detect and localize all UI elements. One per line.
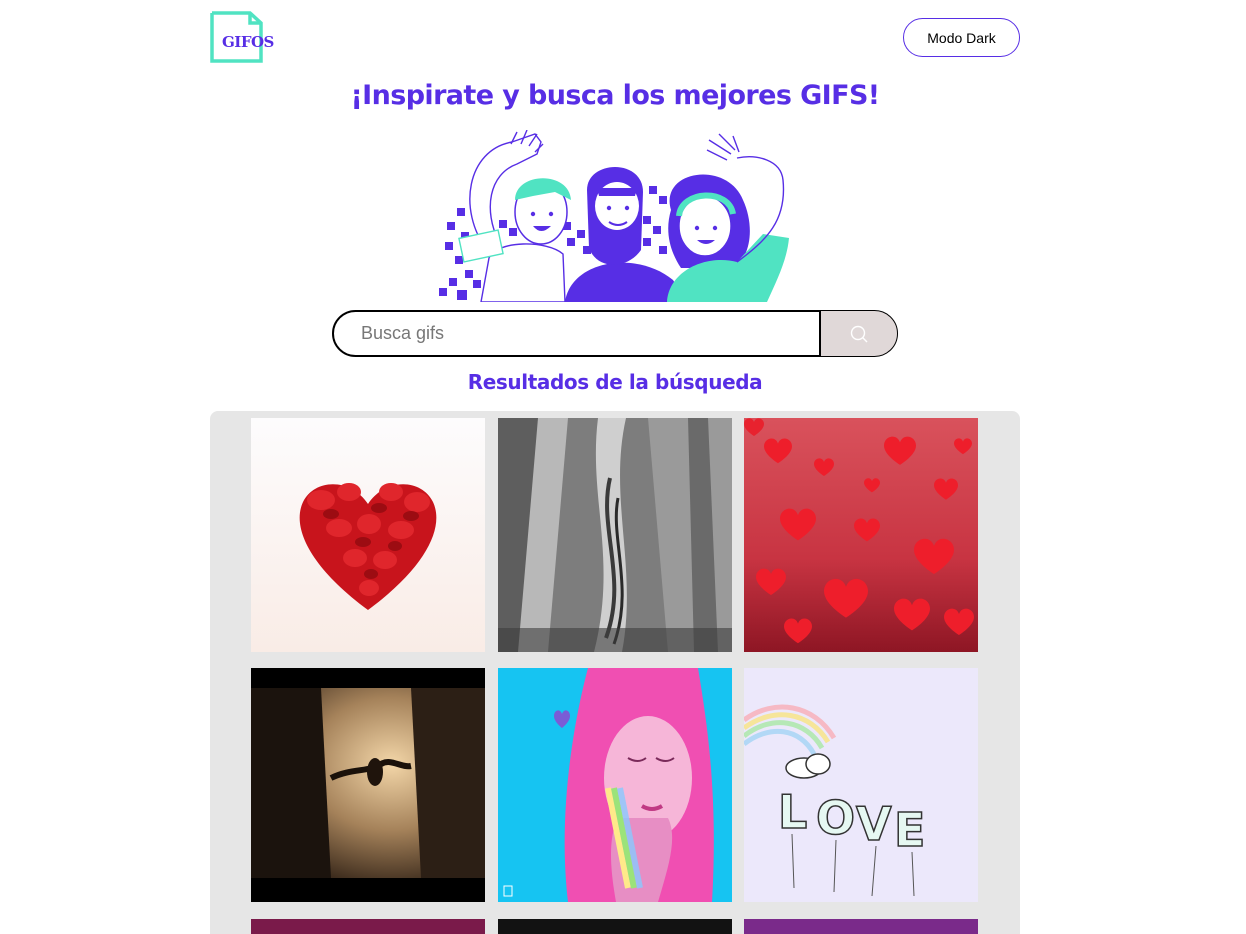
- svg-text:V: V: [856, 797, 892, 851]
- svg-text:O: O: [816, 791, 855, 845]
- gif-tile-row3-2[interactable]: [498, 919, 732, 934]
- svg-text:L: L: [778, 785, 807, 839]
- falling-hearts-image: [744, 418, 978, 652]
- rose-heart-image: [251, 418, 485, 652]
- results-grid: L O V E: [210, 411, 1020, 934]
- logo-text: GIFOS: [222, 33, 274, 51]
- gif-tile-couple-sunset[interactable]: [251, 668, 485, 902]
- gif-tile-row3-3[interactable]: [744, 919, 978, 934]
- gif-tile-falling-hearts[interactable]: [744, 418, 978, 652]
- gif-tile-love-balloons[interactable]: L O V E: [744, 668, 978, 902]
- gif-tile-hands-bw[interactable]: [498, 418, 732, 652]
- svg-text:E: E: [894, 803, 925, 857]
- gif-tile-pink-girl[interactable]: [498, 668, 732, 902]
- pink-girl-image: [498, 668, 732, 902]
- page: GIFOS Modo Dark ¡Inspirate y busca los m…: [0, 0, 1246, 934]
- hands-bw-image: [498, 418, 732, 652]
- hero-illustration: [437, 129, 793, 303]
- search-input[interactable]: [332, 310, 821, 357]
- love-balloons-image: L O V E: [744, 668, 978, 902]
- page-headline: ¡Inspirate y busca los mejores GIFS!: [350, 80, 880, 111]
- search-button[interactable]: [820, 310, 898, 357]
- gif-tile-row3-1[interactable]: [251, 919, 485, 934]
- couple-sunset-image: [251, 668, 485, 902]
- gif-tile-rose-heart[interactable]: [251, 418, 485, 652]
- dark-mode-button[interactable]: Modo Dark: [903, 18, 1020, 57]
- search-icon: [850, 325, 868, 342]
- people-illustration-icon: [439, 129, 789, 303]
- search-bar: [332, 310, 898, 358]
- results-title: Resultados de la búsqueda: [467, 370, 763, 394]
- gifos-logo[interactable]: GIFOS: [210, 11, 274, 63]
